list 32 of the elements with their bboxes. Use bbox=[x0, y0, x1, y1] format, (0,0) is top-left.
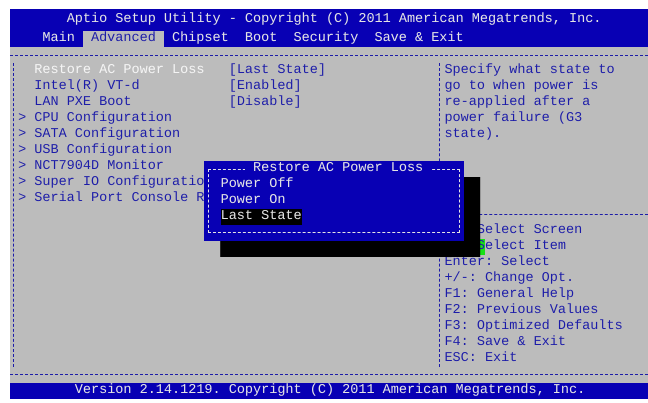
submenu-marker: > bbox=[17, 111, 28, 127]
submenu-label[interactable]: SATA Configuration bbox=[34, 127, 229, 143]
setup-title: Aptio Setup Utility - Copyright (C) 2011 American Megatrends, Inc. bbox=[66, 11, 602, 28]
menu-tab[interactable]: Main bbox=[34, 31, 83, 47]
submenu-marker: > bbox=[17, 159, 28, 175]
menu-tab[interactable]: Save & Exit bbox=[366, 31, 472, 47]
popup-option[interactable]: Last State bbox=[220, 209, 302, 225]
menu-tab[interactable]: Boot bbox=[236, 31, 286, 47]
setting-label[interactable]: Intel(R) VT-d bbox=[34, 79, 229, 95]
key-hint: ESC: Exit bbox=[444, 351, 518, 366]
submenu-label[interactable]: USB Configuration bbox=[34, 143, 229, 159]
popup-option[interactable]: Power On bbox=[220, 193, 286, 209]
key-hint: F4: Save & Exit bbox=[444, 335, 566, 350]
setting-value[interactable]: [Disable] bbox=[228, 95, 302, 111]
menu-tab[interactable]: Security bbox=[285, 31, 366, 47]
submenu-marker: > bbox=[17, 143, 28, 159]
key-hint: F2: Previous Values bbox=[444, 303, 598, 318]
submenu-marker: > bbox=[17, 127, 28, 143]
key-hint: F3: Optimized Defaults bbox=[444, 319, 623, 334]
popup-option[interactable]: Power Off bbox=[220, 177, 294, 193]
submenu-label[interactable]: CPU Configuration bbox=[34, 111, 229, 127]
submenu-marker: > bbox=[17, 175, 28, 191]
version-footer: Version 2.14.1219. Copyright (C) 2011 American Megatrends, Inc. bbox=[10, 383, 648, 399]
setting-label[interactable]: LAN PXE Boot bbox=[34, 95, 229, 111]
menu-tab[interactable]: Chipset bbox=[164, 31, 237, 47]
key-hint: +/-: Change Opt. bbox=[444, 271, 574, 286]
help-description: Specify what state to go to when power is re-applied after a power failure (G3 state). bbox=[443, 63, 616, 143]
key-hint: F1: General Help bbox=[444, 287, 574, 302]
submenu-marker: > bbox=[17, 191, 28, 207]
setting-value[interactable]: [Enabled] bbox=[228, 79, 302, 95]
menu-tab[interactable]: Advanced bbox=[82, 31, 164, 47]
setting-value[interactable]: [Last State] bbox=[228, 63, 326, 79]
